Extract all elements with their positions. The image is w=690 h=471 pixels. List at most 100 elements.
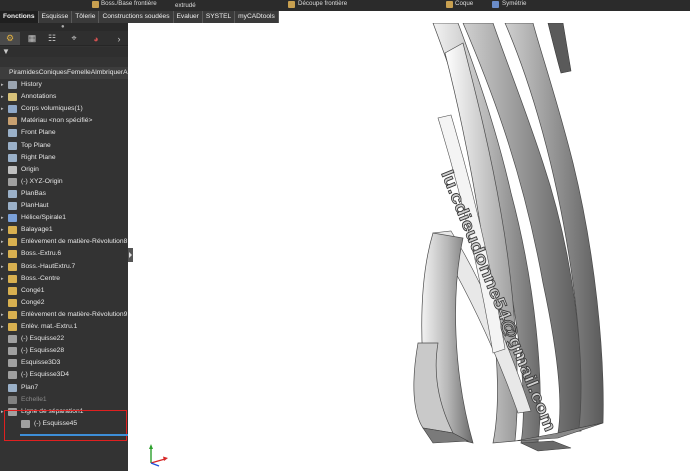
tree-item-label: PlanHaut bbox=[21, 202, 49, 209]
tree-item[interactable]: ▸ Hélice/Spirale1 bbox=[0, 212, 128, 224]
material-icon bbox=[8, 117, 17, 126]
tree-item-label: Esquisse3D3 bbox=[21, 359, 61, 367]
filter-icon[interactable]: ▼ bbox=[2, 47, 10, 57]
plane-icon bbox=[8, 383, 17, 392]
graphics-area[interactable]: lu.cdieudonne54@gmail.com bbox=[133, 23, 690, 471]
tab-esquisse[interactable]: Esquisse bbox=[39, 11, 73, 23]
tree-item[interactable]: Esquisse3D3 bbox=[0, 357, 128, 369]
plane-icon bbox=[8, 129, 17, 138]
expand-arrow-icon[interactable]: ▸ bbox=[1, 212, 5, 224]
tree-item[interactable]: Right Plane bbox=[0, 152, 128, 164]
tree-item-label: Enlèvement de matière-Révolution8 bbox=[21, 238, 128, 246]
tree-item-label: Boss.-Extru.6 bbox=[21, 250, 62, 258]
sketch-icon bbox=[8, 335, 17, 344]
expand-arrow-icon[interactable]: ▸ bbox=[1, 273, 5, 285]
tab-mycadtools[interactable]: myCADtools bbox=[235, 11, 279, 23]
tree-item-label: Congé1 bbox=[21, 286, 45, 294]
tab-constructions-soudees[interactable]: Constructions soudées bbox=[99, 11, 174, 23]
tree-filter[interactable]: ▼ bbox=[0, 47, 128, 57]
sketch3d-icon bbox=[8, 359, 17, 368]
tree-item-label: (-) Esquisse3D4 bbox=[21, 371, 69, 379]
tree-item[interactable]: ▸ Corps volumiques(1) bbox=[0, 103, 128, 115]
expand-arrow-icon[interactable]: ▸ bbox=[1, 321, 5, 333]
origin-icon bbox=[8, 165, 17, 174]
tree-item[interactable]: ▸ Boss.-Centre bbox=[0, 273, 128, 285]
tree-item-label: (-) Esquisse28 bbox=[21, 347, 65, 355]
tab-fonctions[interactable]: Fonctions bbox=[0, 11, 39, 23]
expand-arrow-icon[interactable]: ▸ bbox=[1, 236, 5, 248]
tree-item-label: Right Plane bbox=[21, 153, 56, 161]
tree-item[interactable]: Congé1 bbox=[0, 285, 128, 297]
tree-item[interactable]: ▸ Enlèvement de matière-Révolution8 bbox=[0, 236, 128, 248]
boss-extrude-icon bbox=[8, 274, 17, 283]
tab-systel[interactable]: SYSTEL bbox=[203, 11, 236, 23]
tree-item[interactable]: Matériau <non spécifié> bbox=[0, 115, 128, 127]
expand-arrow-icon[interactable]: ▸ bbox=[1, 91, 5, 103]
expand-arrow-icon[interactable]: ▸ bbox=[1, 103, 5, 115]
tree-item[interactable]: ▸ Balayage1 bbox=[0, 224, 128, 236]
tree-item-label: PlanBas bbox=[21, 189, 46, 197]
tree-item-label: Origin bbox=[21, 165, 39, 173]
expand-arrow-icon[interactable]: ▸ bbox=[1, 261, 5, 273]
tree-item[interactable]: ▸ Boss.-Extru.6 bbox=[0, 248, 128, 260]
dimxpert-icon[interactable]: ⌖ bbox=[64, 32, 84, 45]
configuration-manager-icon[interactable]: ☷ bbox=[42, 32, 62, 45]
boundary-boss-icon[interactable] bbox=[92, 1, 99, 8]
boundary-boss-label[interactable]: Boss./Base frontière bbox=[101, 0, 157, 11]
tree-item[interactable]: ▸ Enlèv. mat.-Extru.1 bbox=[0, 321, 128, 333]
sketch-icon bbox=[8, 347, 17, 356]
tree-item[interactable]: Origin bbox=[0, 164, 128, 176]
cut-revolve-icon bbox=[8, 310, 17, 319]
plane-icon bbox=[8, 141, 17, 150]
boundary-cut-icon[interactable] bbox=[288, 1, 295, 8]
tree-item[interactable]: ▸ History bbox=[0, 79, 128, 91]
display-manager-icon[interactable]: ◕ bbox=[86, 32, 106, 45]
feature-manager-icon[interactable]: ⚙ bbox=[0, 32, 20, 45]
mirror-icon[interactable] bbox=[492, 1, 499, 8]
tree-item[interactable]: ▸ Boss.-HautExtru.7 bbox=[0, 261, 128, 273]
tree-item-label: Matériau <non spécifié> bbox=[21, 117, 93, 125]
expand-arrow-icon[interactable]: ▸ bbox=[1, 309, 5, 321]
expand-arrow-icon[interactable]: ▸ bbox=[1, 224, 5, 236]
tree-item[interactable]: Front Plane bbox=[0, 127, 128, 139]
panel-handle[interactable]: ● bbox=[0, 23, 128, 31]
tree-item[interactable]: (-) Esquisse22 bbox=[0, 333, 128, 345]
expand-arrow-icon[interactable]: ▸ bbox=[1, 79, 5, 91]
shell-label[interactable]: Coque bbox=[455, 0, 473, 11]
plane-icon bbox=[8, 202, 17, 210]
tree-item[interactable]: ▸ Annotations bbox=[0, 91, 128, 103]
tree-item-label: (-) Esquisse22 bbox=[21, 335, 65, 343]
tree-root[interactable]: PiramidesConiquesFemelleAlmbriquerA bbox=[0, 67, 128, 79]
tree-item[interactable]: (-) Esquisse3D4 bbox=[0, 369, 128, 381]
annotations-icon bbox=[8, 93, 17, 102]
fillet-icon bbox=[8, 286, 17, 295]
tree-item-label: Top Plane bbox=[21, 141, 51, 149]
tree-item[interactable]: ▸ Enlèvement de matière-Révolution9 bbox=[0, 309, 128, 321]
shell-icon[interactable] bbox=[446, 1, 453, 8]
tree-item-label: Boss.-Centre bbox=[21, 274, 61, 282]
twisted-pyramid-model: lu.cdieudonne54@gmail.com bbox=[413, 23, 604, 452]
tree-item[interactable]: PlanHaut bbox=[0, 200, 128, 212]
expand-arrow-icon[interactable]: ▸ bbox=[1, 248, 5, 260]
tree-item[interactable]: (-) XYZ-Origin bbox=[0, 176, 128, 188]
fillet-icon bbox=[8, 298, 17, 307]
boundary-cut-label[interactable]: Découpe frontière bbox=[298, 0, 347, 11]
more-icon[interactable]: › bbox=[112, 32, 126, 45]
boss-extrude-icon bbox=[8, 262, 17, 271]
tab-tolerie[interactable]: Tôlerie bbox=[72, 11, 100, 23]
tree-item-label: Boss.-HautExtru.7 bbox=[21, 262, 76, 270]
tree-item-label: Enlèvement de matière-Révolution9 bbox=[21, 310, 128, 318]
ribbon-toolbar: Boss./Base frontière extrudé Découpe fro… bbox=[0, 0, 690, 11]
tree-item[interactable]: PlanBas bbox=[0, 188, 128, 200]
rollback-bar[interactable] bbox=[20, 434, 128, 436]
tree-item[interactable]: Top Plane bbox=[0, 140, 128, 152]
mirror-label[interactable]: Symétrie bbox=[502, 0, 526, 11]
tree-item[interactable]: (-) Esquisse28 bbox=[0, 345, 128, 357]
tree-item[interactable]: Congé2 bbox=[0, 297, 128, 309]
tree-item[interactable]: Echelle1 bbox=[0, 394, 128, 406]
tree-item-label: Plan7 bbox=[21, 383, 39, 391]
property-manager-icon[interactable]: ▦ bbox=[22, 32, 42, 45]
tab-evaluer[interactable]: Evaluer bbox=[174, 11, 203, 23]
tree-item[interactable]: Plan7 bbox=[0, 382, 128, 394]
sketch3d-icon bbox=[8, 371, 17, 380]
